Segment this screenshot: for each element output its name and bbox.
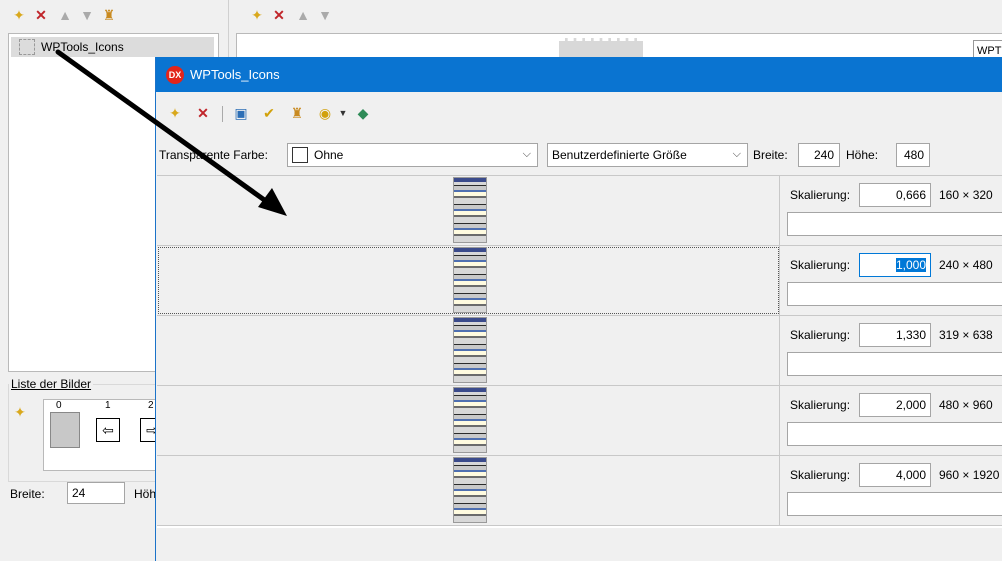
annotation-arrow	[55, 49, 287, 216]
